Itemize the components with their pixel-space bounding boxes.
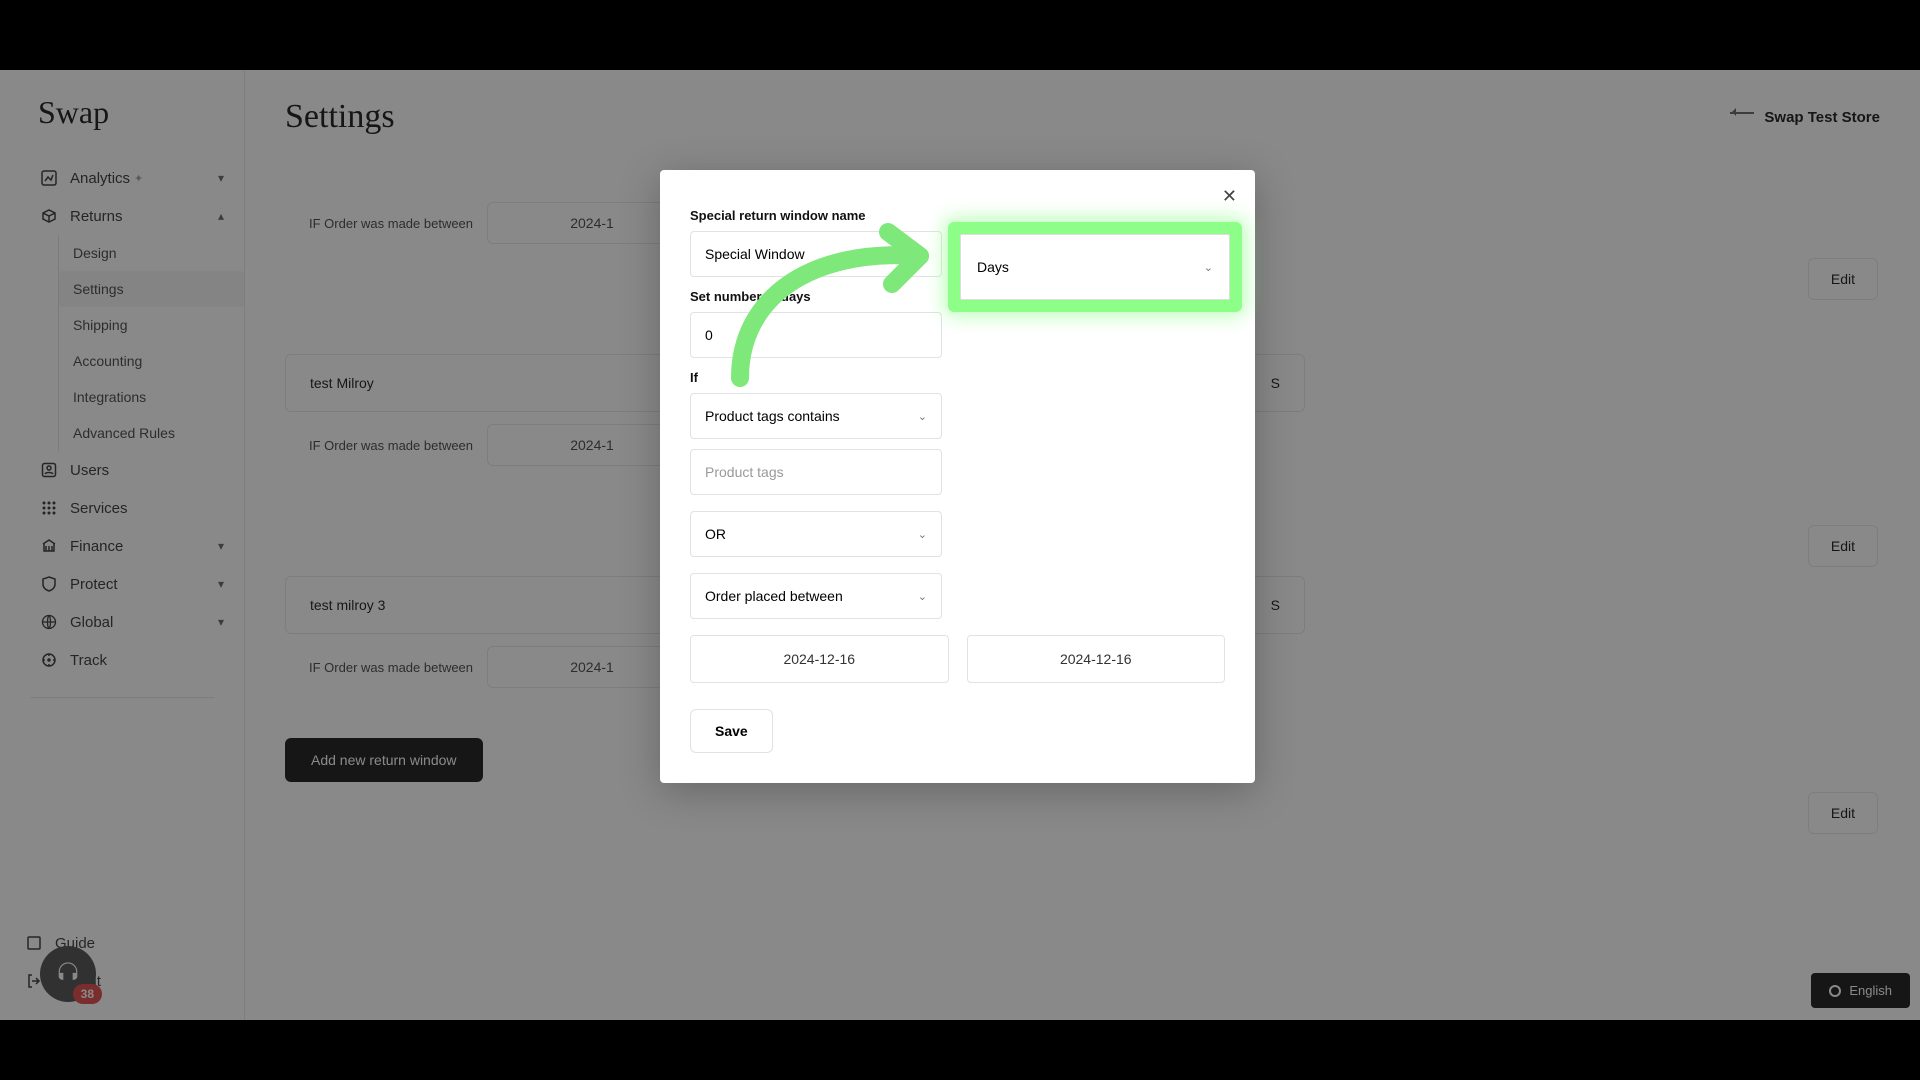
product-tags-input[interactable] bbox=[690, 449, 942, 495]
days-input[interactable] bbox=[690, 312, 942, 358]
close-button[interactable]: ✕ bbox=[1222, 186, 1237, 207]
unit-select[interactable]: Days ⌄ bbox=[960, 234, 1230, 300]
if-field-label: If bbox=[690, 370, 1225, 385]
chevron-down-icon: ⌄ bbox=[918, 410, 927, 423]
save-button[interactable]: Save bbox=[690, 709, 773, 753]
select-value: Order placed between bbox=[705, 588, 843, 604]
name-field-label: Special return window name bbox=[690, 208, 942, 223]
select-value: Product tags contains bbox=[705, 408, 840, 424]
condition-select[interactable]: Product tags contains ⌄ bbox=[690, 393, 942, 439]
logic-select[interactable]: OR ⌄ bbox=[690, 511, 942, 557]
select-value: OR bbox=[705, 526, 726, 542]
chevron-down-icon: ⌄ bbox=[1204, 261, 1213, 274]
date-to-input[interactable]: 2024-12-16 bbox=[967, 635, 1226, 683]
window-name-input[interactable] bbox=[690, 231, 942, 277]
placed-between-select[interactable]: Order placed between ⌄ bbox=[690, 573, 942, 619]
chevron-down-icon: ⌄ bbox=[918, 590, 927, 603]
chevron-down-icon: ⌄ bbox=[918, 528, 927, 541]
date-from-input[interactable]: 2024-12-16 bbox=[690, 635, 949, 683]
annotation-highlight: Days ⌄ bbox=[948, 222, 1242, 312]
select-value: Days bbox=[977, 259, 1009, 275]
close-icon: ✕ bbox=[1222, 186, 1237, 206]
date-range-row: 2024-12-16 2024-12-16 bbox=[690, 635, 1225, 683]
